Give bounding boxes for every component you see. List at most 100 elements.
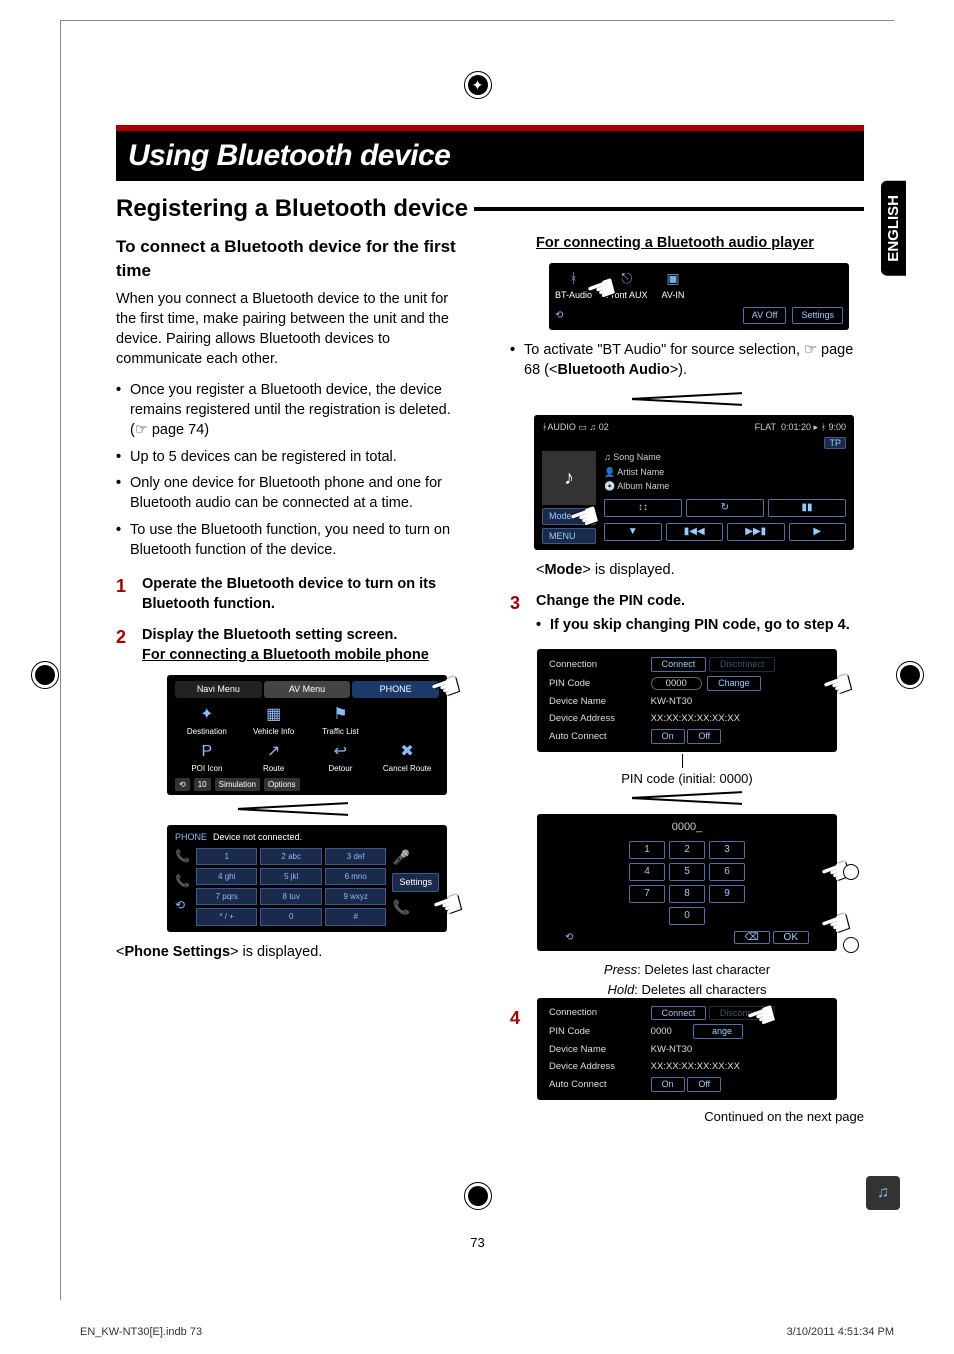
keypad-key[interactable]: 1 bbox=[196, 848, 258, 865]
step-1: 1 Operate the Bluetooth device to turn o… bbox=[116, 574, 470, 615]
shuffle-button[interactable]: ↕↕ bbox=[604, 499, 682, 517]
chapter-title: Using Bluetooth device bbox=[128, 139, 852, 173]
navi-item[interactable]: PPOI Icon bbox=[175, 741, 239, 775]
detour-icon: ↩ bbox=[309, 741, 373, 763]
back-icon[interactable]: ⟲ bbox=[175, 897, 190, 914]
keypad-key[interactable]: 2 abc bbox=[260, 848, 322, 865]
navi-bottom[interactable]: Options bbox=[264, 778, 300, 791]
pin-display: 0000_ bbox=[545, 820, 829, 835]
voice-icon[interactable]: 🎤 bbox=[392, 848, 439, 868]
connection-settings-screenshot: ConnectionConnect Disconnect PIN Code000… bbox=[537, 649, 837, 751]
av-off-button[interactable]: AV Off bbox=[743, 307, 787, 324]
keypad-key[interactable]: 5 bbox=[669, 863, 705, 881]
keypad-key[interactable]: 5 jkl bbox=[260, 868, 322, 885]
keypad-key[interactable]: 0 bbox=[669, 907, 705, 925]
dial-icon[interactable]: 📞 bbox=[175, 873, 190, 890]
conn-label: Device Address bbox=[545, 1058, 647, 1075]
disconnect-button[interactable]: Disconnect bbox=[709, 657, 776, 672]
keypad-key[interactable]: 8 bbox=[669, 885, 705, 903]
navi-bottom[interactable]: Simulation bbox=[215, 778, 260, 791]
down-button[interactable]: ▼ bbox=[604, 523, 662, 541]
chapter-title-bar: Using Bluetooth device bbox=[116, 125, 864, 181]
keypad-key[interactable]: 1 bbox=[629, 841, 665, 859]
keypad-key[interactable]: 3 bbox=[709, 841, 745, 859]
conn-label: PIN Code bbox=[545, 1022, 647, 1041]
left-heading: To connect a Bluetooth device for the fi… bbox=[116, 235, 470, 283]
registration-mark-top bbox=[464, 71, 492, 99]
navi-item[interactable]: ↗Route bbox=[242, 741, 306, 775]
transition-arrow-icon bbox=[632, 395, 742, 407]
back-icon[interactable]: ⟲ bbox=[555, 309, 563, 323]
connect-button[interactable]: Connect bbox=[651, 657, 707, 672]
navi-item[interactable]: ⚑Traffic List bbox=[309, 704, 373, 738]
connect-button[interactable]: Connect bbox=[651, 1006, 707, 1021]
mode-line: <Mode> is displayed. bbox=[536, 560, 864, 580]
keypad-key[interactable]: 8 tuv bbox=[260, 888, 322, 905]
callout-line bbox=[682, 754, 864, 768]
pause-button[interactable]: ▮▮ bbox=[768, 499, 846, 517]
keypad-key[interactable]: 9 wxyz bbox=[325, 888, 387, 905]
off-button[interactable]: Off bbox=[687, 729, 721, 744]
keypad-key[interactable]: 6 mno bbox=[325, 868, 387, 885]
left-column: To connect a Bluetooth device for the fi… bbox=[116, 233, 470, 1126]
navi-tab-phone[interactable]: PHONE bbox=[352, 681, 439, 698]
back-icon[interactable]: ⟲ bbox=[565, 931, 573, 945]
off-button[interactable]: Off bbox=[687, 1077, 721, 1092]
keypad-key[interactable]: 4 ghi bbox=[196, 868, 258, 885]
footer-left: EN_KW-NT30[E].indb 73 bbox=[80, 1326, 202, 1338]
step-text: Operate the Bluetooth device to turn on … bbox=[142, 576, 436, 612]
registration-mark-left bbox=[31, 661, 59, 689]
device-name-value: KW-NT30 bbox=[647, 1041, 829, 1058]
step-underline: For connecting a Bluetooth mobile phone bbox=[142, 647, 429, 663]
keypad-key[interactable]: 3 def bbox=[325, 848, 387, 865]
cancel-route-icon: ✖ bbox=[375, 741, 439, 763]
track-number: 02 bbox=[599, 422, 609, 432]
conn-label: PIN Code bbox=[545, 674, 647, 693]
prev-button[interactable]: ▮◀◀ bbox=[666, 523, 724, 541]
change-button[interactable]: ange bbox=[693, 1024, 743, 1039]
navi-item[interactable]: ✖Cancel Route bbox=[375, 741, 439, 775]
keypad-key[interactable]: 7 bbox=[629, 885, 665, 903]
keypad-key[interactable]: 0 bbox=[260, 908, 322, 925]
keypad-key[interactable]: 2 bbox=[669, 841, 705, 859]
section-subtitle-row: Registering a Bluetooth device bbox=[116, 195, 864, 223]
clock: 9:00 bbox=[828, 422, 846, 432]
navi-tab[interactable]: AV Menu bbox=[264, 681, 351, 698]
backspace-button[interactable]: ⌫ bbox=[734, 931, 770, 944]
eq-label: FLAT bbox=[755, 422, 776, 432]
on-button[interactable]: On bbox=[651, 729, 685, 744]
print-footer: EN_KW-NT30[E].indb 73 3/10/2011 4:51:34 … bbox=[80, 1326, 894, 1338]
settings-button[interactable]: Settings bbox=[792, 307, 843, 324]
conn-label: Connection bbox=[545, 1004, 647, 1023]
keypad-key[interactable]: 4 bbox=[629, 863, 665, 881]
dial-icon[interactable]: 📞 bbox=[175, 848, 190, 865]
next-button[interactable]: ▶▶▮ bbox=[727, 523, 785, 541]
page-number: 73 bbox=[470, 1235, 484, 1250]
back-icon[interactable]: ⟲ bbox=[175, 778, 190, 791]
keypad-key[interactable]: # bbox=[325, 908, 387, 925]
navi-item[interactable]: ▦Vehicle Info bbox=[242, 704, 306, 738]
pin-caption: PIN code (initial: 0000) bbox=[510, 770, 864, 788]
av-in-source[interactable]: ▣AV-IN bbox=[662, 269, 685, 301]
phone-status: Device not connected. bbox=[213, 831, 302, 844]
navi-bottom[interactable]: 10 bbox=[194, 778, 211, 791]
song-name: Song Name bbox=[613, 452, 661, 462]
keypad-key[interactable]: 6 bbox=[709, 863, 745, 881]
step-number: 2 bbox=[116, 625, 126, 650]
conn-label: Connection bbox=[545, 655, 647, 674]
change-button[interactable]: Change bbox=[707, 676, 761, 691]
navi-item[interactable]: ↩Detour bbox=[309, 741, 373, 775]
keypad-key[interactable]: 7 pqrs bbox=[196, 888, 258, 905]
audio-source-screenshot: ᚼBT-Audio ⎋Front AUX ▣AV-IN ⟲ AV Off Set… bbox=[549, 263, 849, 330]
navi-tab[interactable]: Navi Menu bbox=[175, 681, 262, 698]
play-button[interactable]: ▶ bbox=[789, 523, 847, 541]
left-intro: When you connect a Bluetooth device to t… bbox=[116, 289, 470, 370]
ok-button[interactable]: OK bbox=[773, 931, 809, 944]
right-column: For connecting a Bluetooth audio player … bbox=[510, 233, 864, 1126]
keypad-key[interactable]: 9 bbox=[709, 885, 745, 903]
on-button[interactable]: On bbox=[651, 1077, 685, 1092]
navi-item[interactable]: ✦Destination bbox=[175, 704, 239, 738]
pin-entry-screenshot: 0000_ 1 2 3 4 5 6 7 8 9 0 bbox=[537, 814, 837, 951]
repeat-button[interactable]: ↻ bbox=[686, 499, 764, 517]
keypad-key[interactable]: * / + bbox=[196, 908, 258, 925]
